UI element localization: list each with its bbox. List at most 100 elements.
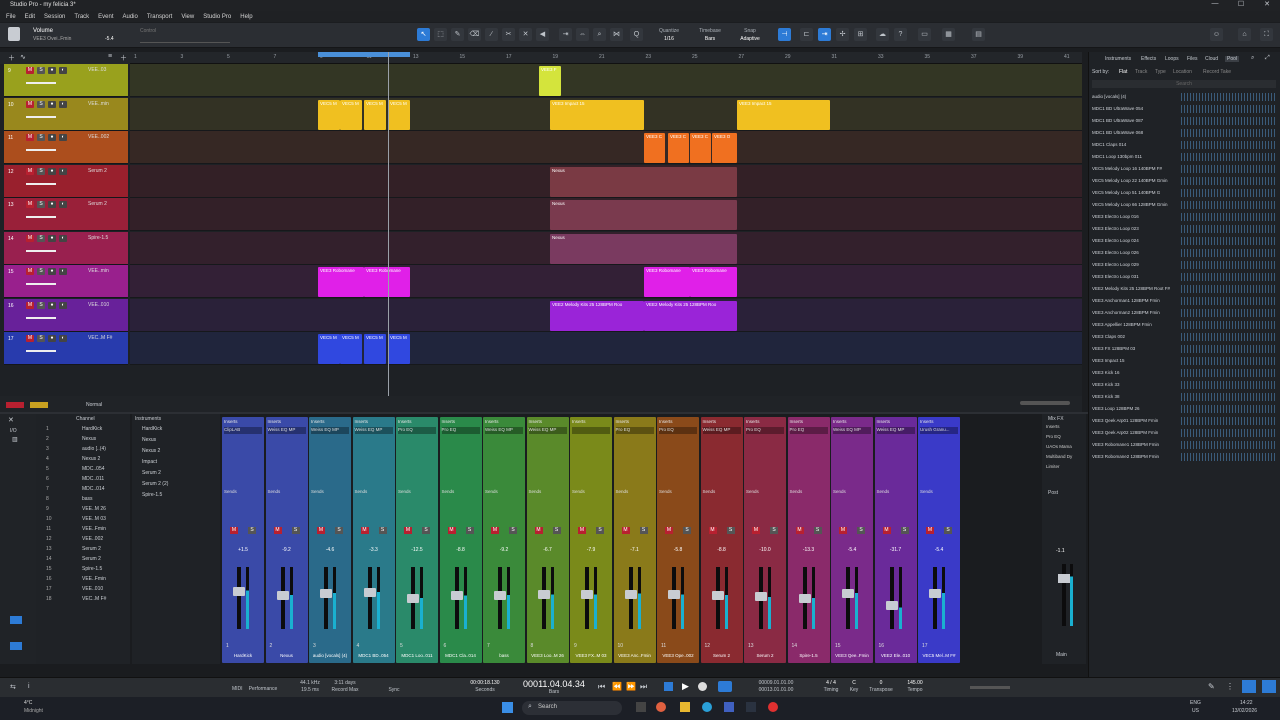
info-icon[interactable]: i [28,683,30,690]
quantize-value[interactable]: 1/16 [652,36,686,43]
mute-button[interactable]: M [26,234,34,242]
channel-solo-button[interactable]: S [291,527,300,534]
channel-fader[interactable] [276,567,289,629]
track-header[interactable]: 10 M S ● ◐ VEE..min [4,97,128,131]
track-lane[interactable] [130,64,1082,97]
channel-solo-button[interactable]: S [944,527,952,534]
channel-solo-button[interactable]: S [378,527,387,534]
record-arm-button[interactable]: ● [48,335,56,342]
channel-fader[interactable] [885,567,898,629]
loop-range[interactable] [318,52,410,57]
track-lane[interactable] [130,332,1082,365]
sort-track[interactable]: Track [1135,69,1147,75]
solo-button[interactable]: S [37,167,45,175]
bend-tool-icon[interactable]: ⇥ [559,28,572,41]
menu-file[interactable]: File [6,14,16,20]
pool-item[interactable]: VEE3 Electro Loop 024 [1092,236,1178,246]
record-arm-button[interactable]: ● [48,201,56,208]
record-arm-button[interactable]: ● [48,167,56,175]
channel-list-item[interactable]: 15 Spire-1.5 [38,566,128,576]
add-icon[interactable]: ＋ [120,53,127,63]
autoscroll-icon[interactable]: ⊏ [800,28,813,41]
mute-tool-icon[interactable]: ✕ [519,28,532,41]
channel-volume[interactable]: -3.3 [355,547,393,553]
channel-fader-knob[interactable] [668,590,680,600]
help-icon[interactable]: ? [894,28,907,41]
channel-fader-knob[interactable] [233,587,245,597]
channel-mute-button[interactable]: M [665,527,673,534]
channel-fader[interactable] [320,567,332,629]
mixfx-item[interactable]: UAOs Mama [1046,444,1084,449]
pool-item[interactable]: VEE3 Anchorman1 128BPM Fmin [1092,296,1178,306]
record-arm-button[interactable]: ● [48,234,56,242]
sort-location[interactable]: Location [1173,69,1192,75]
channel-solo-button[interactable]: S [639,527,648,534]
main-volume[interactable]: -1.1 [1056,548,1065,554]
clip[interactable]: VEC5 M [388,99,410,130]
sort-type[interactable]: Type [1155,69,1166,75]
insert-slot[interactable]: Urush Granu... [920,427,958,434]
channel-fader-knob[interactable] [624,589,637,599]
mute-button[interactable]: M [26,335,34,342]
clip[interactable]: VEE3 Impact 15 [737,99,830,130]
record-arm-button[interactable]: ● [48,301,56,309]
channel-mute-button[interactable]: M [447,527,456,534]
channel-solo-button[interactable]: S [465,527,474,534]
menu-session[interactable]: Session [44,14,65,20]
menu-edit[interactable]: Edit [25,14,35,20]
menu-help[interactable]: Help [240,14,252,20]
channel-volume[interactable]: -5.4 [833,547,871,553]
channel-mute-button[interactable]: M [317,527,325,534]
channel-list-item[interactable]: 5 MDC..054 [38,466,128,476]
channel-fader[interactable] [494,567,506,629]
channel-fader-knob[interactable] [755,592,767,602]
edit-tool-icon[interactable]: ⋈ [610,28,623,41]
mixfx-item[interactable]: Pro EQ [1046,434,1084,439]
clip[interactable]: VEC5 M [318,99,340,130]
solo-button[interactable]: S [37,301,45,309]
transform-tool-icon[interactable]: ⇔ [576,28,589,41]
rewind-icon[interactable]: ⏪ [612,682,622,691]
channel-list-item[interactable]: 4 Nexus 2 [38,456,128,466]
weather-temp[interactable]: 4°C [24,700,32,706]
channel-fader-knob[interactable] [276,590,289,600]
maximize-button[interactable]: ☐ [1228,0,1254,11]
monitor-button[interactable]: ◐ [59,167,67,175]
snap-toggle-icon[interactable]: ⊣ [778,28,791,41]
channel-volume[interactable]: -7.1 [616,547,654,553]
pool-item[interactable]: VEE3 Kick 16 [1092,368,1178,378]
mute-indicator[interactable] [6,402,24,408]
channel-fader[interactable] [450,567,463,629]
clip[interactable]: VEE3 Robomane [644,267,690,297]
timeline-ruler[interactable]: 1 3 5 7 9 11 13 15 17 19 21 23 25 27 29 31 33 35 37 39 41 [130,52,1082,64]
solo-indicator[interactable] [30,402,48,408]
channel-mute-button[interactable]: M [839,527,847,534]
pool-item[interactable]: VEE3 Kick 33 [1092,380,1178,390]
pool-item[interactable]: VEE3 Qeek Arp01 128BPM Fmin [1092,416,1178,426]
channel-mute-button[interactable]: M [882,527,891,534]
instrument-list-item[interactable]: Nexus [142,437,218,447]
track-header[interactable]: 13 M S ● ◐ Serum 2 [4,198,128,231]
channel-mute-button[interactable]: M [795,527,804,534]
channel-list-item[interactable]: 3 audio [..(4) [38,446,128,456]
tab-effects[interactable]: Effects [1141,56,1156,62]
clip[interactable]: VEC5 M [364,99,386,130]
track-volume-slider[interactable] [26,216,56,218]
edge-icon[interactable] [702,702,712,712]
pool-item[interactable]: MDC1 BD UltraWave 087 [1092,116,1178,126]
channel-mute-button[interactable]: M [621,527,630,534]
pool-item[interactable]: VEE3 Robomane1 128BPM Fmin [1092,440,1178,450]
monitor-button[interactable]: ◐ [59,268,67,275]
browser-search-input[interactable]: Search [1092,80,1276,88]
pool-item[interactable]: VEE3 Electro Loop 023 [1092,224,1178,234]
mute-button[interactable]: M [26,268,34,275]
pool-item[interactable]: VEE3 Impact 15 [1092,356,1178,366]
insert-slot[interactable]: Pro EQ [615,427,654,434]
instrument-list-item[interactable]: Serum 2 (2) [142,481,218,491]
record-arm-button[interactable]: ● [48,134,56,141]
insert-slot[interactable]: Weiss EQ MP [833,427,871,434]
channel-list-item[interactable]: 18 VEC..M F# [38,596,128,606]
instrument-list-item[interactable]: Impact [142,459,218,469]
clip[interactable]: Nexus [550,233,737,264]
insert-slot[interactable]: Pro EQ [398,427,436,434]
